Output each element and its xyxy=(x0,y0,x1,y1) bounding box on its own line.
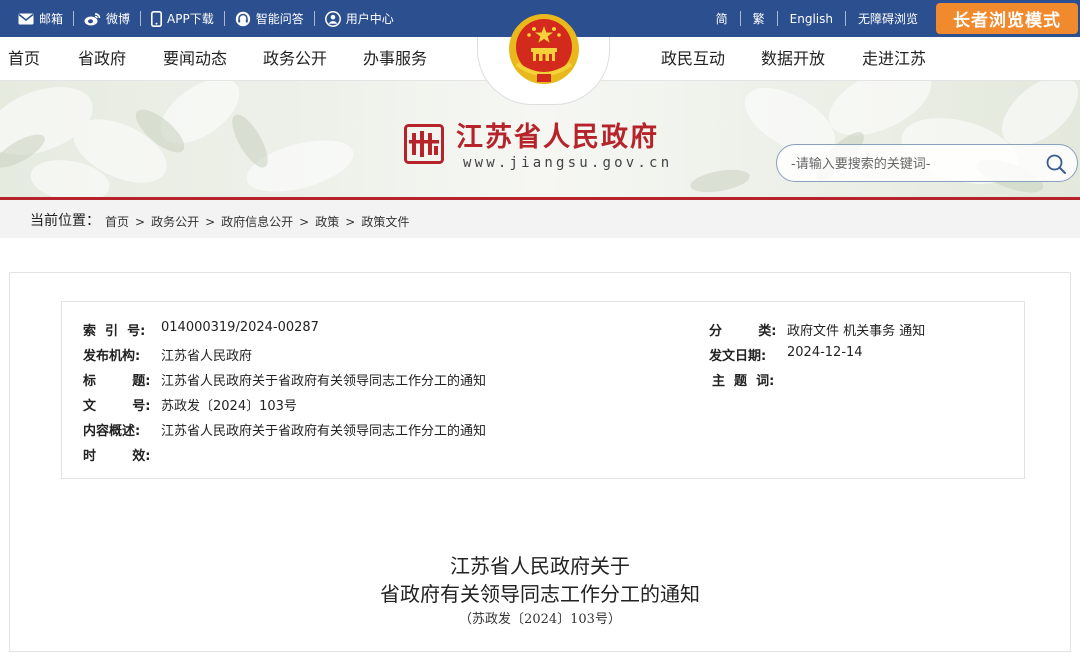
headset-icon xyxy=(235,11,250,26)
meta-docno-value: 苏政发〔2024〕103号 xyxy=(161,399,297,414)
breadcrumb-separator: > xyxy=(299,214,310,229)
meta-publisher-key: 发布机构: xyxy=(83,349,141,364)
elder-mode-button[interactable]: 长者浏览模式 xyxy=(936,3,1078,34)
nav-open-data[interactable]: 数据开放 xyxy=(761,37,825,81)
nav-services[interactable]: 办事服务 xyxy=(363,37,427,81)
meta-summary-row: 内容概述: 江苏省人民政府关于省政府有关领导同志工作分工的通知 xyxy=(83,420,486,439)
app-download-link[interactable]: APP下载 xyxy=(141,0,224,37)
meta-index-row: 索 引 号: 014000319/2024-00287 xyxy=(83,320,319,339)
meta-title-key: 标 题: xyxy=(83,374,151,389)
meta-docno-key: 文 号: xyxy=(83,399,151,414)
meta-summary-value: 江苏省人民政府关于省政府有关领导同志工作分工的通知 xyxy=(161,424,487,439)
user-icon xyxy=(324,10,341,27)
weibo-icon xyxy=(84,12,101,25)
meta-index-key: 索 引 号: xyxy=(83,324,146,339)
nav-government-affairs[interactable]: 政务公开 xyxy=(263,37,327,81)
nav-news[interactable]: 要闻动态 xyxy=(163,37,227,81)
breadcrumb-info-disclosure[interactable]: 政府信息公开 xyxy=(221,213,293,230)
weibo-link[interactable]: 微博 xyxy=(74,0,140,37)
document-title-line-2: 省政府有关领导同志工作分工的通知 xyxy=(380,582,700,606)
search-icon[interactable] xyxy=(1045,153,1067,175)
phone-icon xyxy=(151,10,163,27)
meta-date-key: 发文日期: xyxy=(709,349,767,364)
weibo-label: 微博 xyxy=(106,12,131,26)
nav-provincial-government[interactable]: 省政府 xyxy=(78,37,126,81)
meta-date-row: 发文日期: 2024-12-14 xyxy=(709,345,863,364)
simplified-chinese-link[interactable]: 简 xyxy=(704,0,740,37)
breadcrumb-home[interactable]: 首页 xyxy=(105,213,129,230)
document-number: （苏政发〔2024〕103号） xyxy=(459,612,621,627)
smart-qa-label: 智能问答 xyxy=(255,12,304,26)
smart-qa-link[interactable]: 智能问答 xyxy=(225,0,314,37)
search-input[interactable] xyxy=(791,154,1031,174)
meta-topic-key: 主 题 词: xyxy=(712,374,775,389)
site-url: www.jiangsu.gov.cn xyxy=(463,155,673,171)
meta-publisher-row: 发布机构: 江苏省人民政府 xyxy=(83,345,252,364)
meta-category-key: 分 类: xyxy=(709,324,777,339)
site-title: 江苏省人民政府 xyxy=(456,122,659,153)
breadcrumb-separator: > xyxy=(345,214,356,229)
meta-publisher-value: 江苏省人民政府 xyxy=(161,349,253,364)
nav-interaction[interactable]: 政民互动 xyxy=(661,37,725,81)
english-link[interactable]: English xyxy=(778,0,845,37)
user-center-link[interactable]: 用户中心 xyxy=(315,0,404,37)
breadcrumb-policy-documents[interactable]: 政策文件 xyxy=(361,213,409,230)
meta-validity-key: 时 效: xyxy=(83,449,151,464)
top-bar-left-links: 邮箱 微博 APP下载 智能问答 用户中心 xyxy=(8,0,404,37)
breadcrumb-separator: > xyxy=(135,214,146,229)
meta-summary-key: 内容概述: xyxy=(83,424,141,439)
meta-index-value: 014000319/2024-00287 xyxy=(161,320,319,335)
app-download-label: APP下载 xyxy=(167,12,214,26)
breadcrumb-bar: 当前位置： 首页 > 政务公开 > 政府信息公开 > 政策 > 政策文件 xyxy=(0,200,1080,238)
meta-docno-row: 文 号: 苏政发〔2024〕103号 xyxy=(83,395,297,414)
nav-about-jiangsu[interactable]: 走进江苏 xyxy=(862,37,926,81)
search-box xyxy=(776,144,1078,182)
meta-category-row: 分 类: 政府文件 机关事务 通知 xyxy=(709,320,925,339)
user-center-label: 用户中心 xyxy=(345,12,394,26)
mail-link[interactable]: 邮箱 xyxy=(8,0,73,37)
meta-date-value: 2024-12-14 xyxy=(787,345,863,360)
breadcrumb-separator: > xyxy=(205,214,216,229)
nav-home[interactable]: 首页 xyxy=(8,37,40,81)
meta-category-value: 政府文件 机关事务 通知 xyxy=(787,324,926,339)
accessible-browsing-link[interactable]: 无障碍浏览 xyxy=(846,0,930,37)
meta-validity-row: 时 效: xyxy=(83,445,161,464)
mail-label: 邮箱 xyxy=(39,12,64,26)
breadcrumb-label: 当前位置： xyxy=(30,213,100,229)
meta-title-row: 标 题: 江苏省人民政府关于省政府有关领导同志工作分工的通知 xyxy=(83,370,486,389)
breadcrumb-policy[interactable]: 政策 xyxy=(315,213,339,230)
traditional-chinese-link[interactable]: 繁 xyxy=(741,0,777,37)
meta-topic-row: 主 题 词: xyxy=(712,370,790,389)
breadcrumb: 首页 > 政务公开 > 政府信息公开 > 政策 > 政策文件 xyxy=(105,213,409,230)
jiangsu-logo-icon xyxy=(404,124,444,164)
top-bar-right-links: 简 繁 English 无障碍浏览 长者浏览模式 xyxy=(704,0,1080,37)
mail-icon xyxy=(18,13,34,24)
breadcrumb-government-affairs[interactable]: 政务公开 xyxy=(151,213,199,230)
meta-title-value: 江苏省人民政府关于省政府有关领导同志工作分工的通知 xyxy=(161,374,487,389)
national-emblem-icon xyxy=(509,14,579,84)
document-title-line-1: 江苏省人民政府关于 xyxy=(450,554,630,578)
